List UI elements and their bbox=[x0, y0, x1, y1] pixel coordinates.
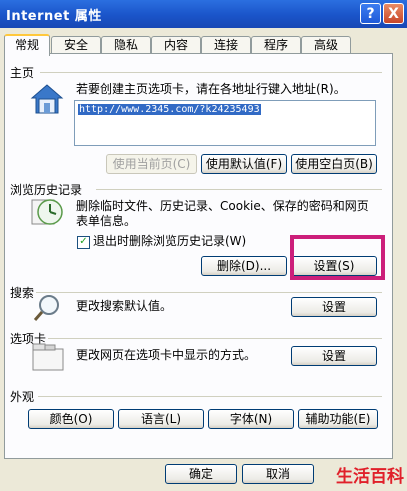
home-url-textarea[interactable]: http://www.2345.com/?k24235493 bbox=[74, 100, 376, 146]
tab-general[interactable]: 常规 bbox=[4, 34, 50, 56]
home-section-title: 主页 bbox=[10, 66, 35, 80]
delete-on-exit-checkbox[interactable]: ✓ bbox=[77, 236, 90, 249]
annotation-highlight-box bbox=[290, 235, 385, 280]
home-icon bbox=[30, 83, 64, 115]
delete-on-exit-label: 退出时删除浏览历史记录(W) bbox=[93, 234, 247, 248]
search-icon bbox=[32, 293, 62, 323]
title-bar: Internet 属性 ? X bbox=[0, 0, 407, 28]
tabs-settings-button[interactable]: 设置 bbox=[291, 346, 377, 366]
divider bbox=[48, 338, 382, 339]
languages-button[interactable]: 语言(L) bbox=[118, 409, 204, 429]
tabs-description: 更改网页在选项卡中显示的方式。 bbox=[76, 348, 257, 362]
divider bbox=[40, 72, 382, 73]
history-description-line1: 删除临时文件、历史记录、Cookie、保存的密码和网页 bbox=[76, 199, 369, 213]
divider bbox=[38, 396, 382, 397]
tab-privacy[interactable]: 隐私 bbox=[101, 36, 151, 53]
cancel-button[interactable]: 取消 bbox=[242, 464, 314, 484]
search-settings-button[interactable]: 设置 bbox=[291, 297, 377, 317]
tabs-icon bbox=[32, 343, 64, 371]
tab-advanced[interactable]: 高级 bbox=[301, 36, 351, 53]
accessibility-button[interactable]: 辅助功能(E) bbox=[298, 409, 378, 429]
help-button[interactable]: ? bbox=[360, 3, 381, 24]
home-url-value: http://www.2345.com/?k24235493 bbox=[78, 104, 261, 115]
use-default-button[interactable]: 使用默认值(F) bbox=[201, 154, 287, 174]
use-blank-button[interactable]: 使用空白页(B) bbox=[291, 154, 377, 174]
divider bbox=[36, 292, 382, 293]
search-description: 更改搜索默认值。 bbox=[76, 299, 173, 313]
tab-connections[interactable]: 连接 bbox=[201, 36, 251, 53]
tab-programs[interactable]: 程序 bbox=[251, 36, 301, 53]
close-button[interactable]: X bbox=[383, 3, 404, 24]
history-description-line2: 表单信息。 bbox=[76, 214, 137, 228]
tab-security[interactable]: 安全 bbox=[51, 36, 101, 53]
delete-history-button[interactable]: 删除(D)... bbox=[201, 256, 287, 276]
window-title: Internet 属性 bbox=[6, 9, 102, 24]
colors-button[interactable]: 颜色(O) bbox=[28, 409, 114, 429]
home-description: 若要创建主页选项卡，请在各地址行键入地址(R)。 bbox=[76, 82, 346, 96]
search-section-title: 搜索 bbox=[10, 286, 35, 300]
history-icon bbox=[30, 196, 64, 226]
tab-content[interactable]: 内容 bbox=[151, 36, 201, 53]
watermark-logo: 生活百科 bbox=[336, 467, 404, 487]
use-current-button[interactable]: 使用当前页(C) bbox=[106, 154, 197, 174]
divider bbox=[96, 189, 382, 190]
ok-button[interactable]: 确定 bbox=[165, 464, 237, 484]
fonts-button[interactable]: 字体(N) bbox=[208, 409, 294, 429]
appearance-section-title: 外观 bbox=[10, 390, 35, 404]
